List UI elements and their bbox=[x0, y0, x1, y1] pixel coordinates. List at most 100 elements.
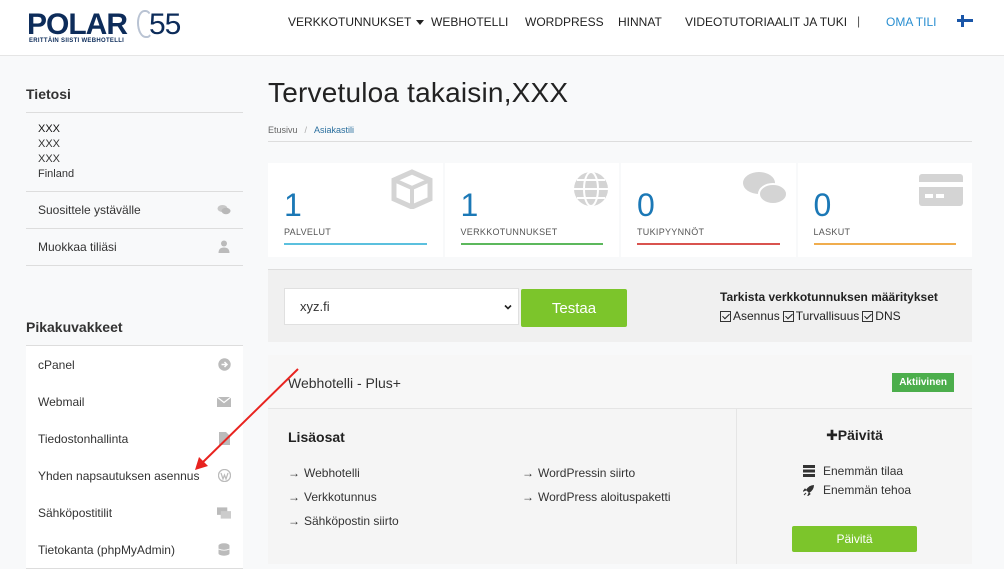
tile-tukipyynnot[interactable]: 0 TUKIPYYNNÖT bbox=[621, 163, 796, 257]
check-option-dns[interactable]: DNS bbox=[862, 309, 901, 323]
nav-separator: | bbox=[857, 14, 861, 28]
page-title: Tervetuloa takaisin,XXX bbox=[268, 77, 569, 108]
user-icon bbox=[217, 240, 231, 254]
tile-accent-bar bbox=[813, 243, 956, 245]
tile-count: 0 bbox=[637, 187, 655, 223]
nav-item-wordpress[interactable]: WORDPRESS bbox=[525, 0, 604, 44]
tile-label: TUKIPYYNNÖT bbox=[637, 227, 705, 237]
addon-link-webhotelli[interactable]: Webhotelli bbox=[288, 466, 360, 480]
testaa-button[interactable]: Testaa bbox=[521, 289, 627, 327]
nav-label-account[interactable]: OMA TILI bbox=[886, 15, 936, 29]
check-option-label: Turvallisuus bbox=[795, 309, 860, 323]
tile-accent-bar bbox=[637, 243, 780, 245]
domain-select[interactable]: xyz.fi bbox=[284, 288, 519, 325]
rocket-icon bbox=[803, 485, 814, 496]
globe-icon bbox=[574, 171, 608, 207]
check-options: Asennus Turvallisuus DNS bbox=[720, 309, 904, 323]
sidebar-item-suosittele[interactable]: Suosittele ystävälle bbox=[26, 191, 243, 229]
tile-accent-bar bbox=[284, 243, 427, 245]
envelope-icon bbox=[217, 395, 231, 409]
breadcrumb-home[interactable]: Etusivu bbox=[268, 125, 298, 135]
checkbox-checked-icon[interactable] bbox=[782, 310, 794, 322]
info-line: XXX bbox=[38, 123, 61, 135]
checkbox-checked-icon[interactable] bbox=[720, 310, 731, 322]
credit-card-icon bbox=[919, 174, 963, 206]
tile-label: VERKKOTUNNUKSET bbox=[460, 227, 558, 237]
breadcrumb-separator: / bbox=[304, 125, 308, 135]
chevron-down-icon bbox=[504, 304, 512, 310]
nav-item-hinnat[interactable]: HINNAT bbox=[618, 0, 662, 44]
server-icon bbox=[803, 465, 815, 477]
breadcrumb-current: Asiakastili bbox=[314, 125, 355, 135]
logo-wordmark: POLAR bbox=[27, 8, 128, 41]
cube-icon bbox=[391, 169, 432, 209]
comments-icon bbox=[742, 172, 788, 205]
addon-link-sahkopostin-siirto[interactable]: Sähköpostin siirto bbox=[288, 514, 399, 528]
sidebar-item-tiedostonhallinta[interactable]: Tiedostonhallinta bbox=[26, 420, 243, 458]
info-line: XXX bbox=[38, 138, 61, 150]
tile-verkkotunnukset[interactable]: 1 VERKKOTUNNUKSET bbox=[444, 163, 619, 257]
stats-tiles: 1 PALVELUT 1 VERKKOTUNNUKSET 0 TUKIPYYNN… bbox=[268, 163, 972, 257]
upgrade-item-label: Enemmän tilaa bbox=[823, 464, 904, 478]
sidebar-item-cpanel[interactable]: cPanel bbox=[26, 346, 243, 384]
sidebar-item-label: Tietokanta (phpMyAdmin) bbox=[38, 542, 175, 557]
sidebar-item-label: Suosittele ystävälle bbox=[38, 202, 141, 217]
plus-icon: ✚ bbox=[826, 427, 838, 443]
domain-select-value: xyz.fi bbox=[300, 299, 330, 314]
breadcrumb: Etusivu / Asiakastili bbox=[268, 112, 972, 142]
arrow-circle-right-icon bbox=[217, 358, 231, 372]
sidebar-item-webmail[interactable]: Webmail bbox=[26, 383, 243, 421]
comments-icon bbox=[217, 203, 231, 217]
nav-label[interactable]: HINNAT bbox=[618, 15, 662, 29]
addon-link-verkkotunnus[interactable]: Verkkotunnus bbox=[288, 490, 377, 504]
nav-item-videotutoriaalit[interactable]: VIDEOTUTORIAALIT JA TUKI bbox=[685, 0, 847, 44]
upgrade-item: Enemmän tilaa bbox=[803, 464, 903, 478]
nav-item-verkkotunnukset[interactable]: VERKKOTUNNUKSET bbox=[288, 0, 425, 44]
service-header: Webhotelli - Plus+ Aktiivinen bbox=[268, 355, 972, 409]
tile-palvelut[interactable]: 1 PALVELUT bbox=[268, 163, 443, 257]
logo-number: 55 bbox=[149, 8, 181, 41]
tile-laskut[interactable]: 0 LASKUT bbox=[797, 163, 972, 257]
upgrade-title: ✚Päivitä bbox=[826, 427, 883, 443]
check-option-label: Asennus bbox=[733, 309, 780, 323]
addon-link-wordpress-aloituspaketti[interactable]: WordPress aloituspaketti bbox=[522, 490, 671, 504]
polar55-logo[interactable]: POLAR 55 ERITTÄIN SIISTI WEBHOTELLI bbox=[27, 8, 187, 48]
sidebar-item-yhden-napsautuksen-asennus[interactable]: Yhden napsautuksen asennus bbox=[26, 457, 243, 495]
upgrade-item-label: Enemmän tehoa bbox=[823, 483, 912, 497]
check-option-asennus[interactable]: Asennus bbox=[720, 309, 780, 323]
nav-label[interactable]: VERKKOTUNNUKSET bbox=[288, 15, 411, 29]
sidebar-item-label: Yhden napsautuksen asennus bbox=[38, 468, 200, 483]
checkbox-checked-icon[interactable] bbox=[862, 310, 874, 322]
info-line: Finland bbox=[38, 168, 75, 180]
logo-tagline: ERITTÄIN SIISTI WEBHOTELLI bbox=[29, 38, 125, 44]
top-navbar: POLAR 55 ERITTÄIN SIISTI WEBHOTELLI VERK… bbox=[0, 0, 1004, 56]
sidebar-item-tietokanta[interactable]: Tietokanta (phpMyAdmin) bbox=[26, 531, 243, 569]
nav-item-oma-tili[interactable]: OMA TILI bbox=[886, 0, 936, 44]
sidebar-item-muokkaa-tilia[interactable]: Muokkaa tiliäsi bbox=[26, 228, 243, 266]
finland-flag-icon[interactable] bbox=[957, 15, 973, 27]
status-badge: Aktiivinen bbox=[892, 373, 954, 392]
info-line: XXX bbox=[38, 153, 61, 165]
tile-label: LASKUT bbox=[813, 227, 851, 237]
addon-link-wordpressin-siirto[interactable]: WordPressin siirto bbox=[522, 466, 635, 480]
wordpress-icon bbox=[217, 469, 231, 483]
caret-down-icon bbox=[416, 19, 425, 25]
addons-section: Lisäosat Webhotelli Verkkotunnus Sähköpo… bbox=[268, 409, 737, 564]
sidebar-item-label: cPanel bbox=[38, 357, 75, 372]
service-name[interactable]: Webhotelli - Plus+ bbox=[288, 375, 401, 391]
sidebar-shortcuts-title: Pikakuvakkeet bbox=[26, 319, 243, 346]
database-icon bbox=[217, 543, 231, 557]
paivita-button[interactable]: Päivitä bbox=[792, 526, 917, 552]
nav-label[interactable]: WORDPRESS bbox=[525, 15, 604, 29]
nav-label[interactable]: WEBHOTELLI bbox=[431, 15, 508, 29]
upgrade-item: Enemmän tehoa bbox=[803, 483, 911, 497]
sidebar-item-sahkopostitilit[interactable]: Sähköpostitilit bbox=[26, 494, 243, 532]
account-info: XXX XXX XXX Finland bbox=[26, 113, 243, 192]
sidebar-item-label: Tiedostonhallinta bbox=[38, 431, 129, 446]
domain-check-panel: xyz.fi Testaa Tarkista verkkotunnuksen m… bbox=[268, 269, 972, 342]
nav-label[interactable]: VIDEOTUTORIAALIT JA TUKI bbox=[685, 15, 847, 29]
tile-accent-bar bbox=[460, 243, 603, 245]
sidebar-item-label: Sähköpostitilit bbox=[38, 505, 113, 520]
check-option-turvallisuus[interactable]: Turvallisuus bbox=[782, 309, 860, 323]
nav-item-webhotelli[interactable]: WEBHOTELLI bbox=[431, 0, 508, 44]
